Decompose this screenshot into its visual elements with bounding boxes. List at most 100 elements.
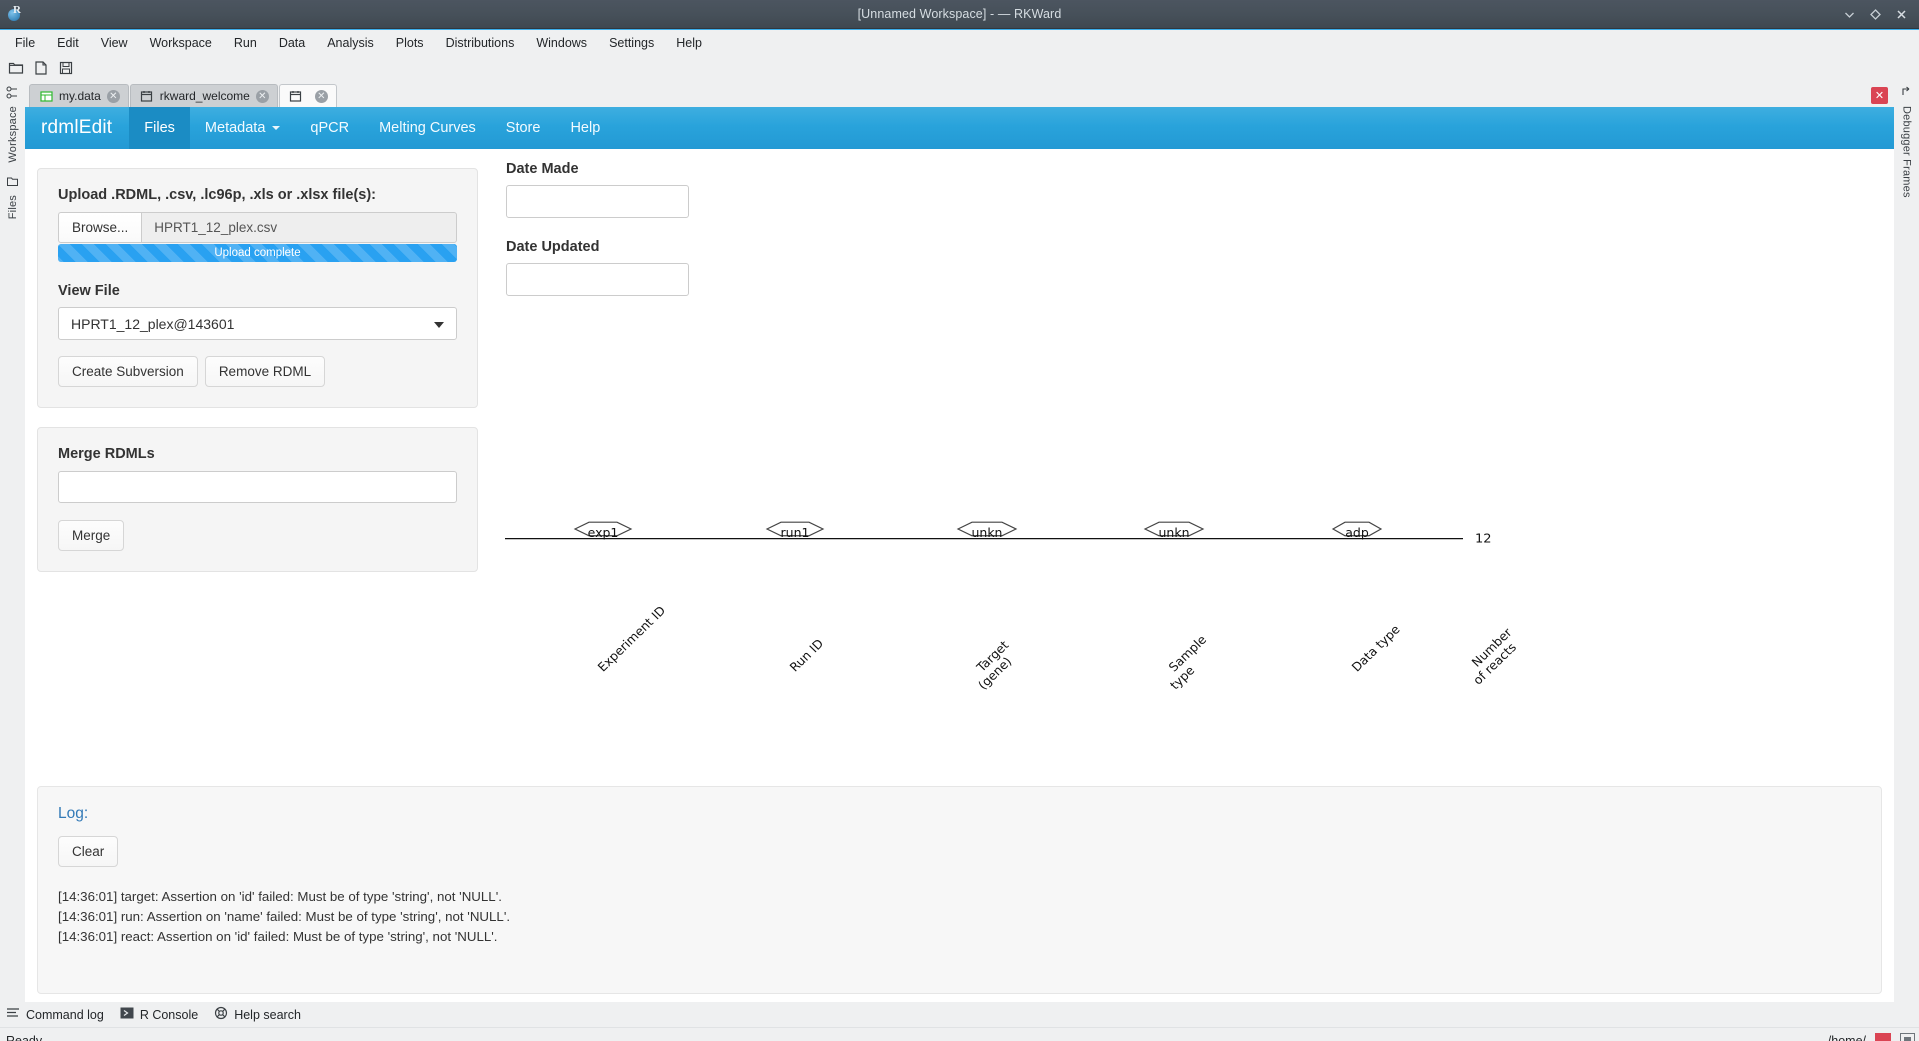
dock-help-search[interactable]: Help search [214, 1006, 301, 1023]
date-updated-label: Date Updated [506, 239, 600, 255]
nav-qpcr[interactable]: qPCR [295, 107, 364, 149]
right-dock-rail: Debugger Frames [1894, 80, 1919, 1002]
menu-data[interactable]: Data [268, 33, 316, 53]
nav-help[interactable]: Help [555, 107, 615, 149]
main-body: Workspace Files my.data ✕ rkward_welcome… [0, 80, 1919, 1002]
dock-files[interactable]: Files [6, 175, 19, 219]
lifebuoy-icon [214, 1006, 228, 1023]
browse-button[interactable]: Browse... [58, 212, 142, 243]
tab-close-icon[interactable]: ✕ [255, 89, 269, 103]
dock-command-log[interactable]: Command log [6, 1006, 104, 1023]
log-panel: Log: Clear [14:36:01] target: Assertion … [37, 786, 1882, 994]
nav-store[interactable]: Store [491, 107, 556, 149]
window-title: [Unnamed Workspace] - — RKWard [857, 7, 1062, 21]
dock-command-log-label: Command log [26, 1007, 104, 1022]
tab-close-icon[interactable]: ✕ [314, 89, 328, 103]
log-lines: [14:36:01] target: Assertion on 'id' fai… [58, 887, 1861, 947]
upload-progress-label: Upload complete [58, 244, 457, 262]
date-updated-input[interactable] [506, 263, 689, 296]
dock-debugger-frames[interactable]: Debugger Frames [1900, 86, 1913, 198]
node-label-1: run1 [781, 526, 810, 540]
upload-progress-bar: Upload complete [58, 244, 457, 262]
diagram-node-target: unkn [956, 521, 1018, 540]
node-label-0: exp1 [588, 526, 619, 540]
diagram-node-exp1: exp1 [573, 521, 633, 540]
dock-r-console[interactable]: R Console [120, 1006, 198, 1023]
working-directory-path: /home/ [1827, 1033, 1866, 1041]
log-line: [14:36:01] react: Assertion on 'id' fail… [58, 929, 498, 944]
rkward-app-icon [7, 4, 25, 23]
nav-metadata[interactable]: Metadata [190, 107, 295, 149]
axis-label-5a: Number [1469, 625, 1515, 670]
dock-workspace[interactable]: Workspace [6, 86, 19, 163]
tab-my-data[interactable]: my.data ✕ [29, 84, 129, 107]
new-document-icon[interactable] [31, 58, 51, 78]
document-tabstrip: my.data ✕ rkward_welcome ✕ ✕ ✕ [25, 80, 1894, 107]
remove-rdml-button[interactable]: Remove RDML [204, 356, 326, 387]
view-file-label: View File [58, 283, 120, 299]
dock-r-console-label: R Console [139, 1007, 199, 1022]
resize-grip-icon[interactable] [1900, 1033, 1915, 1041]
list-icon [6, 1006, 20, 1023]
clear-log-button[interactable]: Clear [58, 836, 119, 867]
rdmledit-app-viewport: rdmlEdit Files Metadata qPCR Melting Cur… [25, 107, 1894, 1002]
menu-edit[interactable]: Edit [46, 33, 90, 53]
menubar: File Edit View Workspace Run Data Analys… [0, 29, 1919, 55]
window-icon [289, 89, 303, 103]
status-text: Ready. [6, 1033, 45, 1041]
axis-label-experiment-id: Experiment ID [595, 603, 668, 674]
menu-file[interactable]: File [4, 33, 46, 53]
save-icon[interactable] [56, 58, 76, 78]
close-tab-button[interactable]: ✕ [1871, 87, 1888, 104]
maximize-icon[interactable] [1869, 8, 1882, 21]
workspace-dock-icon [6, 86, 19, 102]
merge-rdmls-input[interactable] [58, 471, 457, 503]
nav-files[interactable]: Files [129, 107, 190, 149]
main-toolbar [0, 55, 1919, 80]
log-line: [14:36:01] target: Assertion on 'id' fai… [58, 889, 502, 904]
log-title: Log: [58, 805, 89, 822]
date-fields-column: Date Made Date Updated [506, 161, 796, 317]
axis-label-1: Run ID [787, 637, 826, 675]
nav-melting-curves[interactable]: Melting Curves [364, 107, 491, 149]
axis-label-3a: Sample [1166, 633, 1209, 675]
axis-label-number-of-reacts: Number of reacts [1469, 625, 1520, 688]
left-dock-rail: Workspace Files [0, 80, 25, 1002]
view-file-value: HPRT1_12_plex@143601 [71, 315, 235, 332]
merge-button[interactable]: Merge [58, 520, 125, 551]
create-subversion-button[interactable]: Create Subversion [58, 356, 198, 387]
statusbar: Ready. /home/ [0, 1027, 1919, 1041]
axis-label-run-id: Run ID [787, 637, 826, 675]
close-icon[interactable] [1895, 8, 1908, 21]
menu-settings[interactable]: Settings [598, 33, 665, 53]
tab-rdmledit[interactable]: ✕ [278, 84, 337, 107]
tab-close-icon[interactable]: ✕ [106, 89, 120, 103]
menu-view[interactable]: View [90, 33, 139, 53]
diagram-end-count: 12 [1475, 532, 1492, 547]
app-content: exp1 run1 unkn unkn adp 12 Experiment ID… [25, 149, 1894, 1002]
node-label-3: unkn [1159, 526, 1190, 540]
menu-run[interactable]: Run [223, 33, 268, 53]
menu-plots[interactable]: Plots [385, 33, 435, 53]
view-file-select[interactable]: HPRT1_12_plex@143601 [58, 307, 457, 340]
merge-card-title: Merge RDMLs [58, 446, 155, 462]
app-brand[interactable]: rdmlEdit [25, 107, 129, 149]
open-folder-icon[interactable] [6, 58, 26, 78]
tab-rkward-welcome[interactable]: rkward_welcome ✕ [129, 84, 278, 107]
menu-workspace[interactable]: Workspace [139, 33, 223, 53]
busy-indicator [1875, 1032, 1891, 1041]
dock-files-label: Files [6, 194, 19, 219]
axis-label-5b: of reacts [1471, 640, 1520, 687]
menu-windows[interactable]: Windows [525, 33, 598, 53]
files-panel-column: Upload .RDML, .csv, .lc96p, .xls or .xls… [37, 168, 478, 591]
selected-file-name: HPRT1_12_plex.csv [141, 212, 457, 243]
dock-workspace-label: Workspace [6, 106, 19, 163]
minimize-icon[interactable] [1843, 8, 1856, 21]
console-icon [120, 1006, 134, 1023]
menu-help[interactable]: Help [665, 33, 713, 53]
date-made-input[interactable] [506, 185, 689, 218]
axis-label-3b: type [1168, 663, 1198, 692]
menu-distributions[interactable]: Distributions [435, 33, 526, 53]
menu-analysis[interactable]: Analysis [316, 33, 385, 53]
tab-my-data-label: my.data [59, 89, 101, 103]
